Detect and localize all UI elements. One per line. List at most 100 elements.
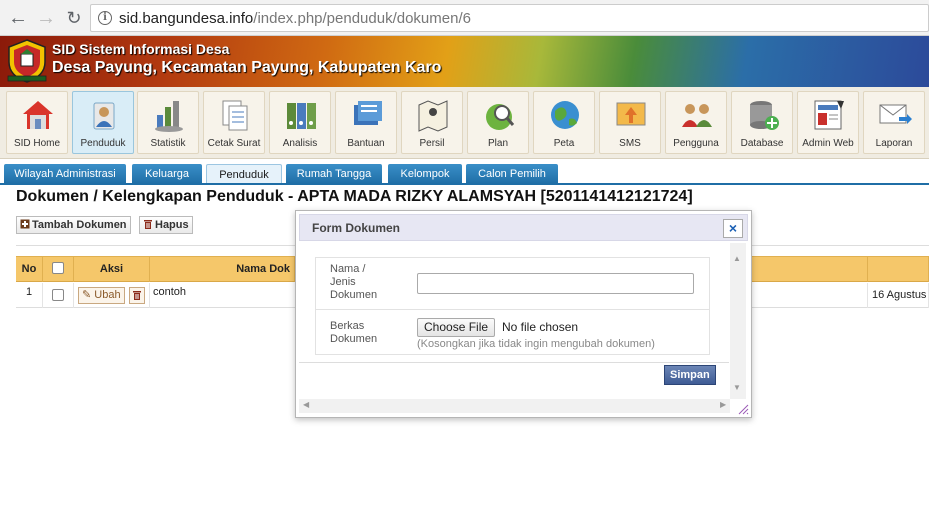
site-subtitle: Desa Payung, Kecamatan Payung, Kabupaten… (52, 59, 442, 76)
trash-icon (143, 218, 153, 229)
toolbar-label: Penduduk (80, 138, 126, 149)
dialog-title: Form Dokumen (312, 221, 401, 235)
scroll-right-icon[interactable]: ▶ (720, 400, 726, 409)
row-checkbox[interactable] (52, 289, 64, 301)
tab-penduduk[interactable]: Penduduk (206, 164, 282, 184)
toolbar-button-laporan[interactable]: Laporan (863, 91, 925, 154)
name-label-line2: Jenis (330, 276, 356, 288)
file-label-line2: Dokumen (330, 333, 378, 345)
toolbar-button-peta[interactable]: Peta (533, 91, 595, 154)
web-admin-icon (811, 97, 847, 133)
tab-wilayah-administrasi[interactable]: Wilayah Administrasi (4, 164, 126, 184)
dialog-footer-divider (299, 362, 729, 363)
file-status: No file chosen (502, 320, 579, 334)
toolbar-button-admin-web[interactable]: Admin Web (797, 91, 859, 154)
help-icon (349, 97, 385, 133)
scroll-up-icon[interactable]: ▲ (733, 254, 741, 263)
header-select-all[interactable] (43, 257, 74, 282)
name-label-line1: Nama / (330, 263, 366, 275)
choose-file-button[interactable]: Choose File (417, 318, 496, 337)
edit-icon: ✎ (82, 289, 95, 301)
toolbar-label: Peta (553, 138, 575, 149)
map-icon (415, 97, 451, 133)
row-date: 16 Agustus 2 (867, 283, 929, 308)
tab-calon-pemilih[interactable]: Calon Pemilih (466, 164, 558, 184)
document-name-input[interactable] (417, 273, 694, 294)
address-bar[interactable]: i sid.bangundesa.info/index.php/penduduk… (90, 4, 929, 32)
toolbar-button-plan[interactable]: Plan (467, 91, 529, 154)
toolbar-label: Analisis (282, 138, 318, 149)
toolbar-button-analisis[interactable]: Analisis (269, 91, 331, 154)
tab-keluarga[interactable]: Keluarga (132, 164, 202, 184)
plus-icon (20, 218, 30, 229)
toolbar-button-pengguna[interactable]: Pengguna (665, 91, 727, 154)
name-label-line3: Dokumen (330, 289, 378, 301)
toolbar-label: Pengguna (673, 138, 719, 149)
select-all-checkbox[interactable] (52, 262, 64, 274)
back-arrow-icon[interactable]: ← (6, 6, 30, 30)
chart-icon (151, 97, 187, 133)
toolbar-button-persil[interactable]: Persil (401, 91, 463, 154)
toolbar-label: SMS (619, 138, 641, 149)
home-icon (20, 97, 56, 133)
toolbar-label: Database (740, 138, 784, 149)
header-nama-dokumen: Nama Dok (150, 257, 295, 282)
plan-icon (481, 97, 517, 133)
browser-chrome: ← → ↻ i sid.bangundesa.info/index.php/pe… (0, 0, 929, 36)
toolbar-button-cetak-surat[interactable]: Cetak Surat (203, 91, 265, 154)
document-icon (217, 97, 253, 133)
row-checkbox-cell[interactable] (43, 283, 74, 308)
save-button[interactable]: Simpan (664, 365, 716, 385)
document-form: Nama / Jenis Dokumen Berkas Dokumen Choo… (315, 257, 710, 355)
tab-underline (0, 183, 929, 185)
toolbar-label: Bantuan (347, 138, 385, 149)
binder-icon (283, 97, 319, 133)
header-no: No (16, 257, 43, 282)
tab-kelompok[interactable]: Kelompok (388, 164, 462, 184)
toolbar-button-penduduk[interactable]: Penduduk (72, 91, 134, 154)
name-row: Nama / Jenis Dokumen (316, 258, 709, 310)
toolbar-button-statistik[interactable]: Statistik (137, 91, 199, 154)
people-icon (86, 97, 122, 133)
database-icon (745, 97, 781, 133)
globe-icon (547, 97, 583, 133)
sms-icon (613, 97, 649, 133)
toolbar-label: Cetak Surat (207, 138, 261, 149)
edit-label: Ubah (94, 289, 121, 301)
forward-arrow-icon[interactable]: → (34, 6, 58, 30)
dialog-body: Nama / Jenis Dokumen Berkas Dokumen Choo… (299, 243, 729, 399)
horizontal-scrollbar[interactable]: ◀ ▶ (299, 399, 730, 413)
scroll-down-icon[interactable]: ▼ (733, 383, 741, 392)
toolbar-label: Plan (487, 138, 508, 149)
toolbar-label: Statistik (150, 138, 186, 149)
edit-button[interactable]: ✎ Ubah (78, 287, 125, 304)
dialog-header[interactable]: Form Dokumen × (299, 214, 748, 241)
toolbar-label: Admin Web (802, 138, 854, 149)
site-title: SID Sistem Informasi Desa (52, 41, 230, 57)
row-delete-button[interactable] (129, 287, 145, 304)
toolbar-button-sid-home[interactable]: SID Home (6, 91, 68, 154)
tab-rumah-tangga[interactable]: Rumah Tangga (286, 164, 382, 184)
delete-label: Hapus (155, 219, 189, 231)
page-title: Dokumen / Kelengkapan Penduduk - APTA MA… (16, 188, 693, 205)
reload-icon[interactable]: ↻ (62, 6, 86, 30)
toolbar-button-sms[interactable]: SMS (599, 91, 661, 154)
delete-button[interactable]: Hapus (139, 216, 193, 234)
resize-handle-icon[interactable] (737, 403, 749, 415)
close-icon[interactable]: × (723, 219, 743, 238)
toolbar-button-bantuan[interactable]: Bantuan (335, 91, 397, 154)
trash-icon (133, 291, 141, 300)
file-label: Berkas Dokumen (330, 320, 377, 346)
url-path: /index.php/penduduk/dokumen/6 (253, 10, 471, 27)
vertical-scrollbar[interactable]: ▲ ▼ (730, 243, 746, 399)
add-document-label: Tambah Dokumen (32, 219, 127, 231)
toolbar-button-database[interactable]: Database (731, 91, 793, 154)
info-icon[interactable]: i (98, 11, 112, 25)
form-document-dialog: Form Dokumen × Nama / Jenis Dokumen Berk… (295, 210, 752, 418)
scroll-left-icon[interactable]: ◀ (303, 400, 309, 409)
add-document-button[interactable]: Tambah Dokumen (16, 216, 131, 234)
url-host: sid.bangundesa.info (119, 10, 254, 27)
site-header: SID Sistem Informasi Desa Desa Payung, K… (0, 36, 929, 87)
toolbar-label: Persil (419, 138, 445, 149)
row-actions: ✎ Ubah (74, 283, 150, 308)
